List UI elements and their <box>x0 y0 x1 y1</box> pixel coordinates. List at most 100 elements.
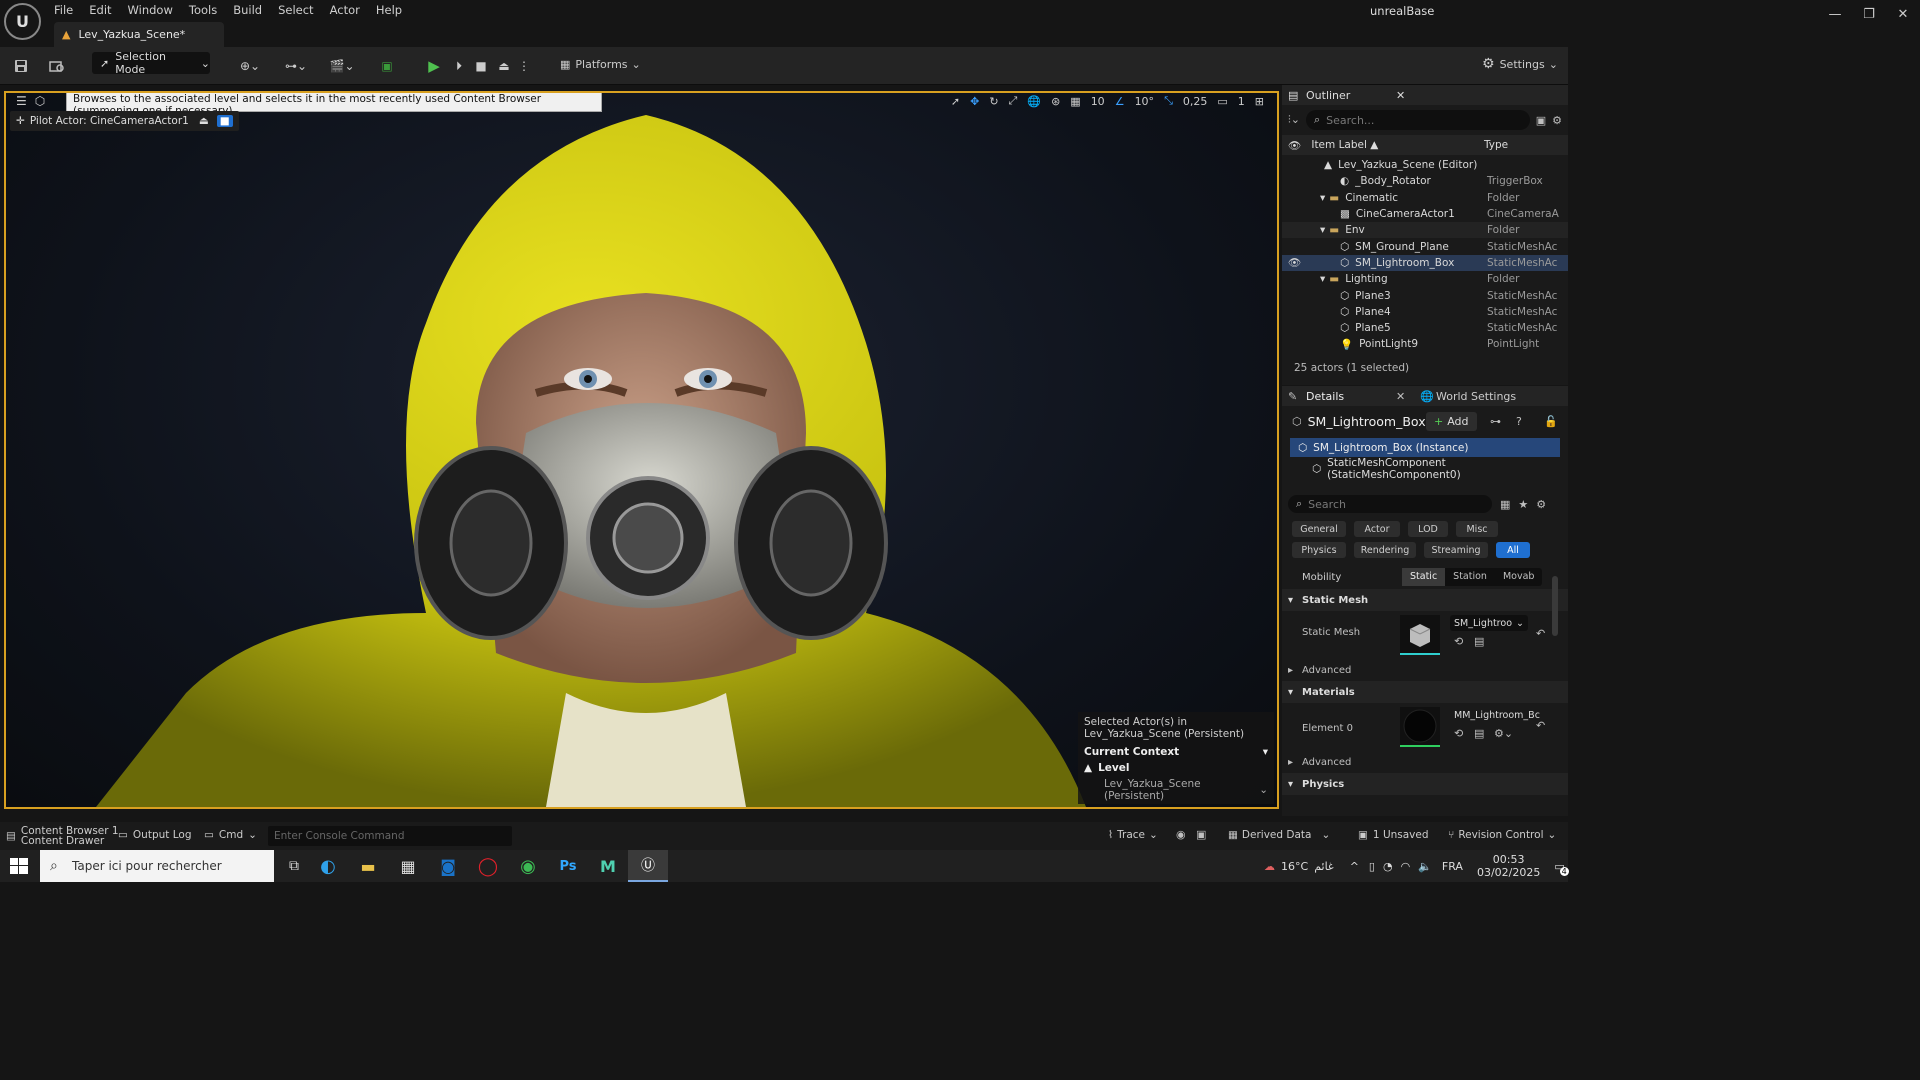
minimize-icon[interactable]: — <box>1818 7 1852 22</box>
edge-icon[interactable]: ◐ <box>308 856 348 877</box>
outliner-row[interactable]: ◐ _Body_Rotator TriggerBox <box>1282 173 1568 189</box>
browse-icon[interactable]: ▤ <box>1474 727 1484 740</box>
windows-start-icon[interactable] <box>10 858 28 874</box>
unreal-logo-icon[interactable]: U <box>4 3 41 40</box>
instance-row[interactable]: ⬡ SM_Lightroom_Box (Instance) <box>1290 438 1560 457</box>
details-tab[interactable]: Details <box>1306 390 1344 403</box>
expand-icon[interactable]: ▾ <box>1320 192 1325 204</box>
outlook-icon[interactable]: ◙ <box>428 857 468 876</box>
menu-help[interactable]: Help <box>368 0 410 20</box>
opera-icon[interactable]: ◯ <box>468 856 508 877</box>
filter-icon[interactable]: ⫶⌄ <box>1288 113 1300 127</box>
menu-window[interactable]: Window <box>120 0 181 20</box>
store-icon[interactable]: ▦ <box>388 857 428 876</box>
angle-snap-icon[interactable]: ∠ <box>1110 95 1130 108</box>
more-options-icon[interactable]: ⋮ <box>516 53 532 79</box>
eject-pilot-icon[interactable]: ⏏ <box>199 115 209 127</box>
eject-icon[interactable]: ⏏ <box>493 53 515 79</box>
platforms-dropdown[interactable]: ▦ Platforms ⌄ <box>560 56 641 72</box>
record-icon[interactable]: ◉ <box>1176 828 1186 841</box>
screenshot-icon[interactable]: ▣ <box>1196 828 1206 841</box>
hamburger-icon[interactable]: ☰ <box>12 94 31 108</box>
add-folder-icon[interactable]: ▣ <box>1536 114 1546 127</box>
file-explorer-icon[interactable]: ▬ <box>348 857 388 876</box>
revision-control-dropdown[interactable]: ⑂ Revision Control ⌄ <box>1448 829 1556 841</box>
material-thumbnail[interactable] <box>1400 707 1440 747</box>
gear-icon[interactable]: ⚙ <box>1552 114 1562 127</box>
browse-icon[interactable]: ▤ <box>1474 635 1484 648</box>
filter-lod[interactable]: LOD <box>1408 521 1448 537</box>
level-select[interactable]: Lev_Yazkua_Scene (Persistent) ⌄ <box>1084 778 1268 802</box>
details-search-input[interactable]: ⌕ Search <box>1288 495 1492 513</box>
expand-icon[interactable]: ▾ <box>1320 273 1325 285</box>
filter-general[interactable]: General <box>1292 521 1346 537</box>
outliner-tab[interactable]: ▤ Outliner ✕ <box>1282 85 1568 105</box>
camera-lock-icon[interactable]: ■ <box>216 115 233 127</box>
filter-actor[interactable]: Actor <box>1354 521 1400 537</box>
type-header[interactable]: Type <box>1484 139 1508 151</box>
maximize-viewport-icon[interactable]: ⊞ <box>1250 95 1269 108</box>
blueprint-icon[interactable]: ⊶ <box>1490 415 1501 428</box>
outliner-row[interactable]: ▾ ▬ Cinematic Folder <box>1282 190 1568 206</box>
mobility-stationary[interactable]: Station <box>1445 568 1495 586</box>
filter-streaming[interactable]: Streaming <box>1424 542 1488 558</box>
materials-section[interactable]: ▾ Materials <box>1282 681 1568 703</box>
content-browser-icon[interactable] <box>44 53 70 79</box>
grid-snap-icon[interactable]: ▦ <box>1065 95 1085 108</box>
menu-build[interactable]: Build <box>225 0 270 20</box>
blueprint-icon[interactable]: ⊶⌄ <box>280 53 312 79</box>
taskbar-search-input[interactable]: ⌕ Taper ici pour rechercher <box>40 850 274 882</box>
restore-icon[interactable]: ❐ <box>1852 7 1886 22</box>
task-view-icon[interactable]: ⧉ <box>280 858 308 874</box>
close-icon[interactable]: ✕ <box>1396 89 1405 102</box>
outliner-row[interactable]: ▲ Lev_Yazkua_Scene (Editor) <box>1282 157 1568 173</box>
static-mesh-thumbnail[interactable] <box>1400 615 1440 655</box>
static-mesh-picker[interactable]: SM_Lightroo ⌄ <box>1450 615 1528 631</box>
content-drawer-button[interactable]: ▤ Content Browser 1 Content Drawer <box>6 822 119 850</box>
advanced-row-2[interactable]: ▸ Advanced <box>1282 751 1568 773</box>
visibility-icon[interactable]: 👁 <box>1288 139 1301 152</box>
outliner-row[interactable]: ▩ CineCameraActor1 CineCameraA <box>1282 206 1568 222</box>
reset-icon[interactable]: ↶ <box>1536 719 1545 732</box>
camera-speed-icon[interactable]: ▭ <box>1212 95 1232 108</box>
volume-icon[interactable]: 🔈 <box>1418 860 1432 873</box>
scale-tool-icon[interactable]: ⤢ <box>1004 94 1023 108</box>
console-input[interactable]: Enter Console Command <box>268 826 512 846</box>
reset-icon[interactable]: ↶ <box>1536 627 1545 640</box>
item-label-header[interactable]: Item Label ▲ <box>1311 139 1378 151</box>
mode-icon[interactable]: ▣ <box>374 53 400 79</box>
select-tool-icon[interactable]: ➚ <box>946 95 965 108</box>
unsaved-button[interactable]: ▣ 1 Unsaved <box>1358 829 1429 841</box>
angle-snap-value[interactable]: 10° <box>1130 95 1160 108</box>
menu-actor[interactable]: Actor <box>322 0 368 20</box>
play-icon[interactable]: ▶ <box>422 53 446 79</box>
selection-mode-dropdown[interactable]: ➚ Selection Mode ⌄ <box>92 50 210 76</box>
help-icon[interactable]: ? <box>1516 415 1522 428</box>
weather-icon[interactable]: ☁ <box>1264 860 1275 873</box>
material-picker[interactable]: MM_Lightroom_Bc <box>1450 707 1540 723</box>
scale-snap-icon[interactable]: ⤡ <box>1159 94 1178 108</box>
settings-dropdown[interactable]: ⚙ Settings ⌄ <box>1482 56 1558 72</box>
material-options-icon[interactable]: ⚙⌄ <box>1494 727 1513 740</box>
lock-icon[interactable]: 🔓 <box>1544 415 1558 428</box>
perspective-icon[interactable]: ⬡ <box>31 94 49 108</box>
network-icon[interactable]: ◔ <box>1383 860 1393 873</box>
mobility-static[interactable]: Static <box>1402 568 1446 586</box>
add-button[interactable]: + Add <box>1426 412 1477 431</box>
add-actor-icon[interactable]: ⊕⌄ <box>234 53 266 79</box>
outliner-row-selected[interactable]: 👁 ⬡ SM_Lightroom_Box StaticMeshAc <box>1282 254 1568 272</box>
physics-section[interactable]: ▾ Physics <box>1282 773 1568 795</box>
world-settings-tab[interactable]: World Settings <box>1436 390 1516 403</box>
level-tab[interactable]: ▲ Lev_Yazkua_Scene* <box>54 22 224 47</box>
clock[interactable]: 00:53 03/02/2025 <box>1477 853 1540 879</box>
chrome-icon[interactable]: ◉ <box>508 856 548 877</box>
output-log-button[interactable]: ▭ Output Log <box>118 829 192 841</box>
advanced-row-1[interactable]: ▸ Advanced <box>1282 659 1568 681</box>
outliner-row[interactable]: ▾ ▬ Lighting Folder <box>1282 271 1568 287</box>
language-indicator[interactable]: FRA <box>1442 860 1463 873</box>
outliner-row[interactable]: ⬡ Plane5 StaticMeshAc <box>1282 320 1568 336</box>
app-m-icon[interactable]: M <box>588 857 628 876</box>
details-scrollbar[interactable] <box>1552 576 1558 636</box>
photoshop-icon[interactable]: Ps <box>548 859 588 874</box>
stop-icon[interactable]: ■ <box>470 53 492 79</box>
